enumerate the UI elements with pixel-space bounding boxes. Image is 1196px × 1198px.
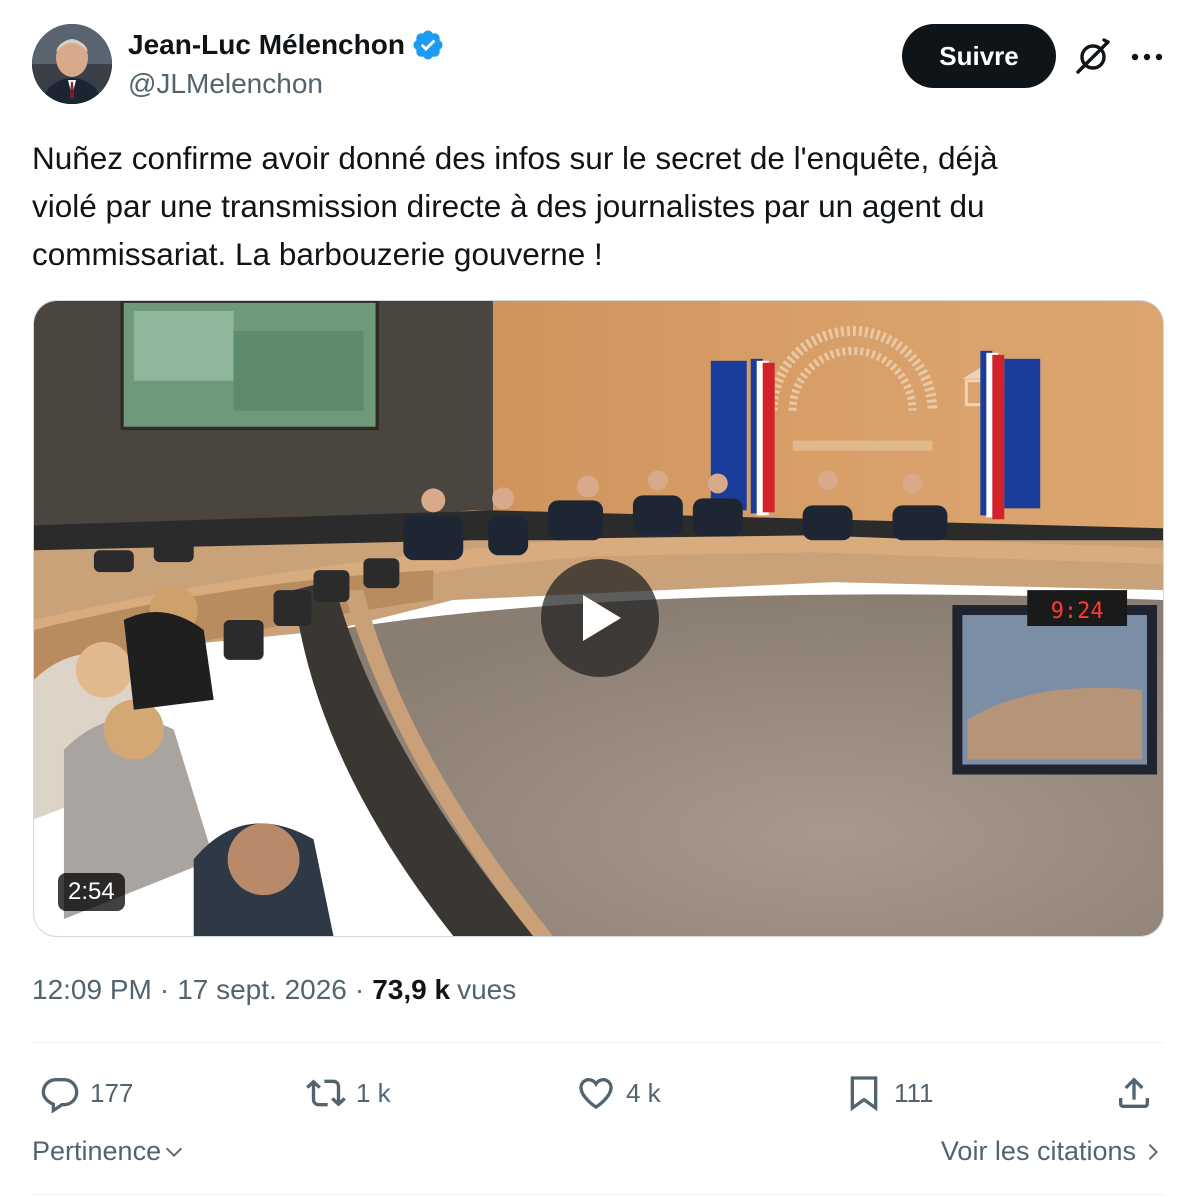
author-name-row: Jean-Luc Mélenchon: [128, 28, 445, 62]
meta-separator: ·: [159, 974, 170, 1005]
sort-label: Pertinence: [32, 1136, 162, 1166]
play-button[interactable]: [541, 559, 659, 677]
grok-icon[interactable]: [1074, 38, 1112, 76]
video-duration: 2:54: [58, 873, 125, 911]
play-icon: [583, 595, 621, 641]
share-button[interactable]: [1114, 1060, 1164, 1126]
heart-icon: [579, 1077, 613, 1110]
like-count: 4 k: [626, 1077, 661, 1108]
chevron-right-icon: [1148, 1143, 1158, 1160]
tweet-text: Nuñez confirme avoir donné des infos sur…: [32, 140, 998, 272]
clock-readout: 9:24: [1051, 599, 1104, 624]
like-button[interactable]: 4 k: [576, 1060, 661, 1126]
video-player[interactable]: 9:24 2:54: [33, 300, 1164, 937]
repost-button[interactable]: 1 k: [306, 1060, 391, 1126]
bookmark-icon: [850, 1076, 878, 1112]
divider: [32, 1194, 1164, 1195]
view-quotes-link[interactable]: Voir les citations: [941, 1136, 1164, 1167]
divider: [32, 1042, 1164, 1043]
more-icon[interactable]: [1130, 42, 1164, 72]
reply-count: 177: [90, 1077, 134, 1108]
author-handle[interactable]: @JLMelenchon: [128, 68, 323, 100]
author-name[interactable]: Jean-Luc Mélenchon: [128, 29, 405, 61]
repost-icon: [306, 1079, 346, 1107]
sort-dropdown[interactable]: Pertinence: [32, 1136, 185, 1167]
action-bar: 177 1 k 4 k 111: [32, 1060, 1164, 1126]
chevron-down-icon: [166, 1147, 183, 1157]
avatar[interactable]: [32, 24, 112, 104]
bookmark-button[interactable]: 111: [844, 1060, 934, 1126]
repost-count: 1 k: [356, 1077, 391, 1108]
tweet-header: Jean-Luc Mélenchon @JLMelenchon Suivre: [32, 24, 1164, 106]
tweet-time[interactable]: 12:09 PM: [32, 974, 152, 1006]
replies-toolbar: Pertinence Voir les citations: [32, 1136, 1164, 1176]
meta-separator: ·: [354, 974, 365, 1005]
views-count[interactable]: 73,9 k: [372, 974, 450, 1006]
tweet-meta: 12:09 PM · 17 sept. 2026 · 73,9 k vues: [32, 974, 516, 1006]
follow-button[interactable]: Suivre: [902, 24, 1056, 88]
bookmark-count: 111: [894, 1077, 934, 1108]
verified-badge-icon: [413, 30, 443, 60]
reply-button[interactable]: 177: [40, 1060, 133, 1126]
quotes-label: Voir les citations: [940, 1136, 1136, 1166]
share-icon: [1119, 1077, 1149, 1108]
views-label: vues: [457, 974, 517, 1005]
tweet-date[interactable]: 17 sept. 2026: [177, 974, 347, 1006]
reply-icon: [41, 1078, 79, 1113]
